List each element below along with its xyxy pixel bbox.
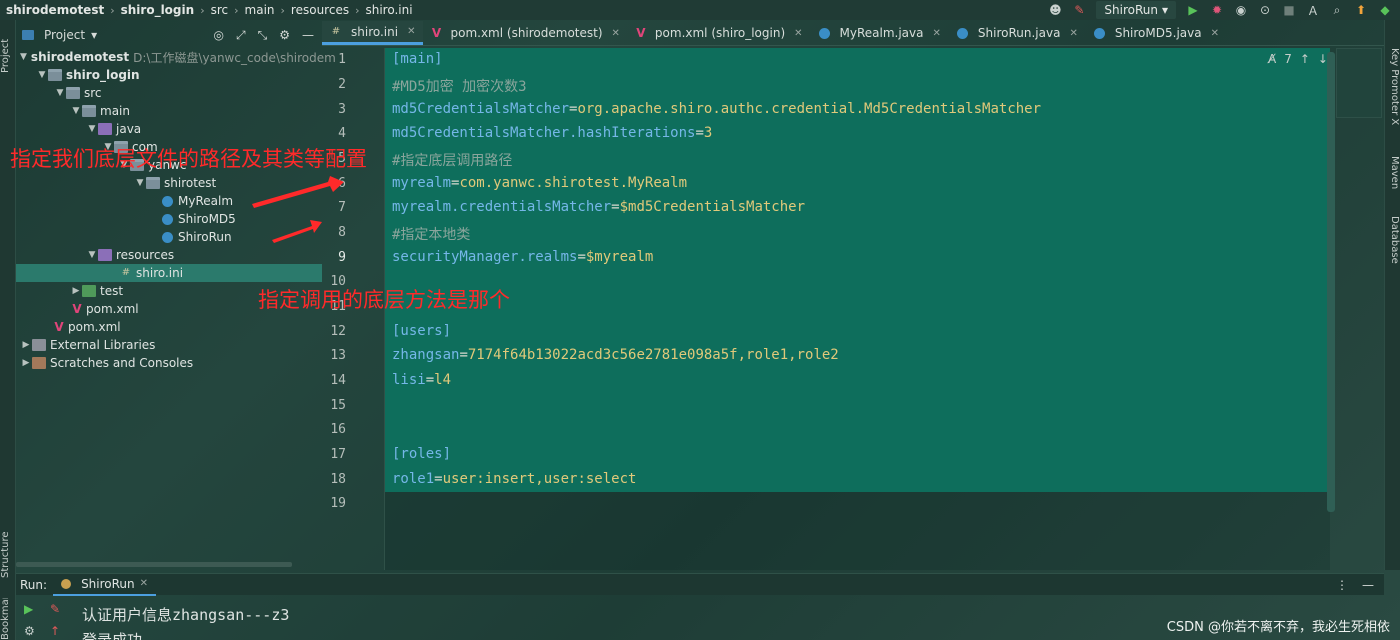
run-tab-shirorun[interactable]: ShiroRun ✕ [53,574,157,596]
run-config-icon [61,578,72,589]
console-line: 登录成功 [82,631,143,640]
console-line: 认证用户信息zhangsan---z3 [82,606,290,624]
watermark: CSDN @你若不离不弃，我必生死相依 [1166,620,1390,635]
run-label: Run: [20,577,48,592]
close-icon[interactable]: ✕ [140,578,148,589]
annotation-method: 指定调用的底层方法是那个 [258,288,510,312]
annotation-file-path: 指定我们底层文件的路径及其类等配置 [10,147,367,171]
settings-icon[interactable]: ⚙ [24,624,35,638]
console-output[interactable]: 认证用户信息zhangsan---z3 登录成功 [82,604,289,640]
run-toolbar: ▶ ⚙ ✎ ↑ [16,596,60,640]
edit-icon[interactable]: ✎ [50,602,60,616]
run-panel-header: Run: ShiroRun ✕ ⋮ — [16,573,1384,596]
run-tab-label: ShiroRun [81,576,135,591]
arrow-up-icon[interactable]: ↑ [50,624,60,638]
rerun-icon[interactable]: ▶ [24,602,33,616]
more-options-icon[interactable]: ⋮ [1336,578,1348,592]
arrow-annotation-1 [252,176,344,208]
annotation-arrows [252,176,344,243]
arrow-annotation-2 [272,220,322,243]
minimize-icon[interactable]: — [1362,578,1374,592]
